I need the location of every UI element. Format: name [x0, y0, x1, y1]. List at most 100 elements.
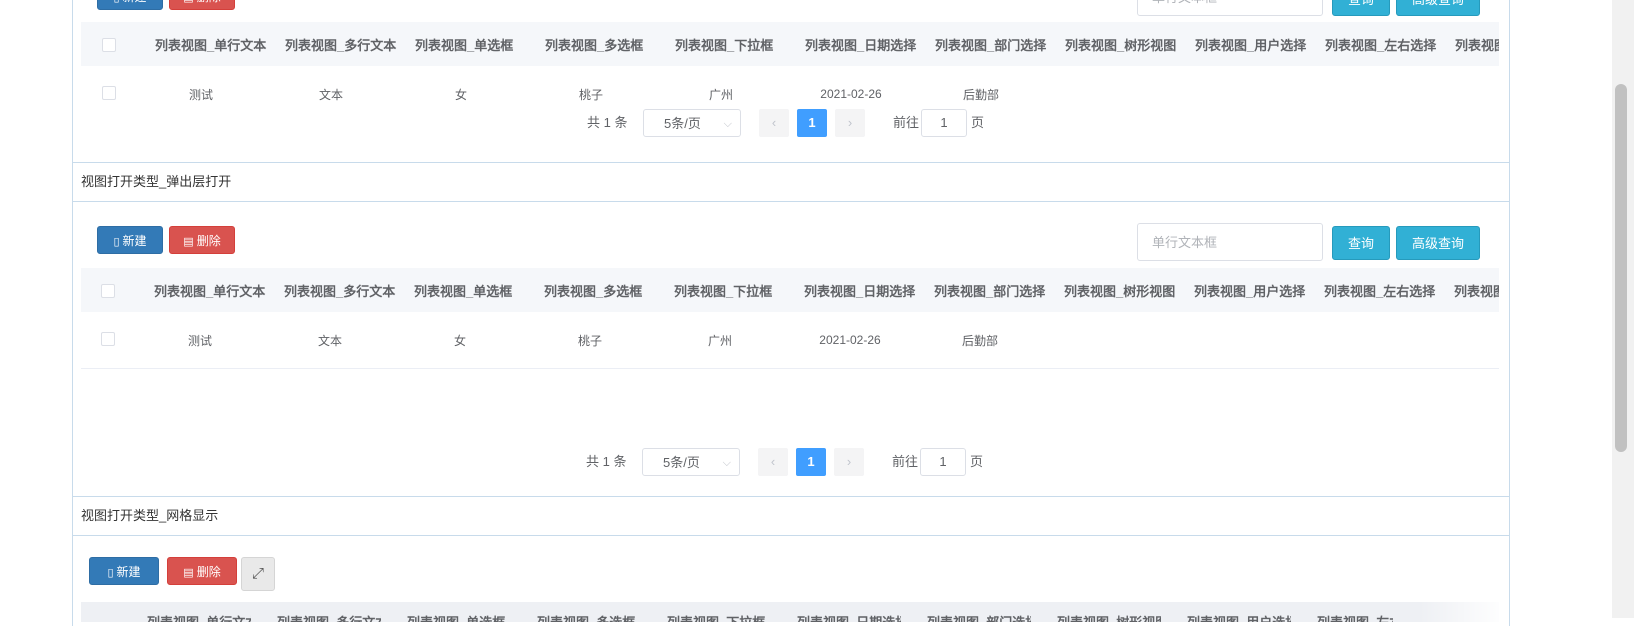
prev-page-button[interactable]: ‹	[759, 109, 789, 137]
column-header[interactable]: 列表视图_下拉框	[674, 268, 786, 312]
advanced-query-button[interactable]: 高级查询	[1396, 0, 1480, 16]
column-header[interactable]: 列表视图_多行文本	[285, 22, 397, 66]
data-table: 列表视图_单行文本 列表视图_多行文本 列表视图_单选框 列表视图_多选框 列表…	[81, 22, 1499, 122]
row-checkbox[interactable]	[101, 332, 115, 346]
pagination-total: 共 1 条	[587, 115, 628, 130]
table-cell: 测试	[187, 333, 212, 348]
column-header[interactable]: 列表视图_下拉框	[675, 22, 787, 66]
trash-icon: ▤	[183, 567, 194, 579]
new-button[interactable]: ▯新建	[97, 226, 163, 254]
table-cell: 女	[453, 333, 466, 348]
column-header[interactable]: 列表视图_日期选择	[805, 22, 917, 66]
chevron-right-icon: ›	[846, 454, 852, 469]
goto-suffix: 页	[970, 454, 984, 469]
column-header[interactable]: 列表视图_日期选择	[797, 602, 901, 623]
new-button[interactable]: ▯新建	[89, 557, 159, 585]
column-header[interactable]: 列表视图_树形视图	[1065, 22, 1177, 66]
column-header[interactable]: 列表视图_用户选择	[1194, 268, 1306, 312]
column-header[interactable]: 列表视图_多选框	[545, 22, 657, 66]
column-header[interactable]: 列表视图_多选框	[544, 268, 656, 312]
delete-button[interactable]: ▤删除	[169, 0, 235, 10]
chevron-down-icon: ⌵	[722, 457, 731, 469]
page-number-button[interactable]: 1	[797, 109, 827, 137]
column-header[interactable]: 列表视图_左右选择	[1317, 602, 1393, 623]
column-header[interactable]: 列表视图_单选框	[407, 602, 511, 623]
column-header[interactable]: 列表视图_单选框	[415, 22, 527, 66]
column-header[interactable]: 列表视图_单行文本	[154, 268, 266, 312]
table-cell: 桃子	[577, 333, 602, 348]
expand-button[interactable]: ⤢	[241, 557, 275, 591]
column-header[interactable]: 列表视图_单行文本	[155, 22, 267, 66]
column-header[interactable]: 列表视图_多行文本	[284, 268, 396, 312]
pagination: 共 1 条 5条/页 ⌵ ‹ 1 › 前往 页	[587, 109, 987, 137]
column-header[interactable]: 列表视图_部门选择	[934, 268, 1046, 312]
file-icon: ▯	[113, 0, 119, 12]
new-button[interactable]: ▯新建	[97, 0, 163, 10]
column-header[interactable]: 列表视图_单行文本	[147, 602, 251, 623]
chevron-left-icon: ‹	[771, 115, 777, 130]
goto-label: 前往	[892, 454, 919, 469]
file-icon: ▯	[113, 236, 120, 248]
column-header[interactable]: 列表视图_树形视图	[1064, 268, 1176, 312]
table-row[interactable]: 测试 文本 女 桃子 广州 2021-02-26 后勤部	[81, 312, 1499, 369]
pagination: 共 1 条 5条/页 ⌵ ‹ 1 › 前往 页	[586, 448, 986, 476]
column-header[interactable]: 列表视图_部门选择	[927, 602, 1031, 623]
search-input[interactable]	[1137, 223, 1323, 261]
goto-suffix: 页	[971, 115, 985, 130]
page-size-select[interactable]: 5条/页 ⌵	[643, 109, 741, 137]
table-cell: 文本	[317, 333, 342, 348]
chevron-down-icon: ⌵	[723, 118, 732, 130]
row-checkbox[interactable]	[102, 86, 116, 100]
query-button[interactable]: 查询	[1332, 226, 1390, 260]
next-page-button[interactable]: ›	[834, 448, 864, 476]
select-all-checkbox[interactable]	[101, 284, 115, 298]
column-header[interactable]: 列表视图_日期选择	[804, 268, 916, 312]
trash-icon: ▤	[183, 236, 194, 248]
column-header[interactable]: 列表视图_下拉框	[667, 602, 771, 623]
table-cell: 后勤部	[961, 333, 998, 348]
search-input[interactable]	[1137, 0, 1323, 16]
column-header[interactable]: 列表视图_左右选择	[1325, 22, 1437, 66]
file-icon: ▯	[107, 567, 114, 579]
panel-title: 视图打开类型_网格显示	[73, 496, 1509, 536]
list-panel-grid: 视图打开类型_网格显示 ▯ 新建 ▤ 删除 ⤢ 列表视图_单行文本 列表视图_多行文…	[72, 496, 1510, 626]
table-header: 列表视图_单行文本 列表视图_多行文本 列表视图_单选框 列表视图_多选框 列表…	[81, 268, 1499, 312]
advanced-query-button[interactable]: 高级查询	[1396, 226, 1480, 260]
data-table: 列表视图_单行文本 列表视图_多行文本 列表视图_单选框 列表视图_多选框 列表…	[81, 602, 1499, 622]
column-header[interactable]: 列表视图_单选框	[414, 268, 526, 312]
page-size-select[interactable]: 5条/页 ⌵	[642, 448, 740, 476]
expand-arrows-icon: ⤢	[251, 565, 264, 582]
table-cell: 女	[454, 87, 467, 102]
page-scrollbar-thumb[interactable]	[1615, 84, 1627, 452]
column-header[interactable]: 列表视图_用户选择	[1195, 22, 1307, 66]
trash-icon: ▤	[183, 0, 193, 12]
prev-page-button[interactable]: ‹	[758, 448, 788, 476]
column-header[interactable]: 列表视图_用户选择	[1187, 602, 1291, 623]
scroll-fade	[1419, 602, 1499, 622]
list-panel-popup: 视图打开类型_弹出层打开 ▯新建 ▤删除 查询 高级查询 列表视图_单行文本 列…	[72, 162, 1510, 496]
column-header[interactable]: 列表视图_左右选择	[1324, 268, 1436, 312]
panel-title: 视图打开类型_弹出层打开	[73, 162, 1509, 202]
delete-button[interactable]: ▤删除	[169, 226, 235, 254]
chevron-left-icon: ‹	[770, 454, 776, 469]
column-header[interactable]: 列表视图	[1454, 268, 1499, 312]
next-page-button[interactable]: ›	[835, 109, 865, 137]
goto-page-input[interactable]	[921, 109, 967, 137]
table-cell: 广州	[707, 333, 732, 348]
select-all-checkbox[interactable]	[102, 38, 116, 52]
goto-label: 前往	[893, 115, 920, 130]
column-header[interactable]: 列表视图_多行文本	[277, 602, 381, 623]
chevron-right-icon: ›	[847, 115, 853, 130]
table-cell: 测试	[188, 87, 213, 102]
goto-page-input[interactable]	[920, 448, 966, 476]
table-header: 列表视图_单行文本 列表视图_多行文本 列表视图_单选框 列表视图_多选框 列表…	[81, 22, 1499, 66]
column-header[interactable]: 列表视图_部门选择	[935, 22, 1047, 66]
column-header[interactable]: 列表视图_多选框	[537, 602, 641, 623]
data-table: 列表视图_单行文本 列表视图_多行文本 列表视图_单选框 列表视图_多选框 列表…	[81, 268, 1499, 369]
column-header[interactable]: 列表视图_树形视图	[1057, 602, 1161, 623]
page-number-button[interactable]: 1	[796, 448, 826, 476]
query-button[interactable]: 查询	[1332, 0, 1390, 16]
table-cell: 文本	[318, 87, 343, 102]
delete-button[interactable]: ▤删除	[167, 557, 237, 585]
column-header[interactable]: 列表视图	[1455, 22, 1499, 66]
